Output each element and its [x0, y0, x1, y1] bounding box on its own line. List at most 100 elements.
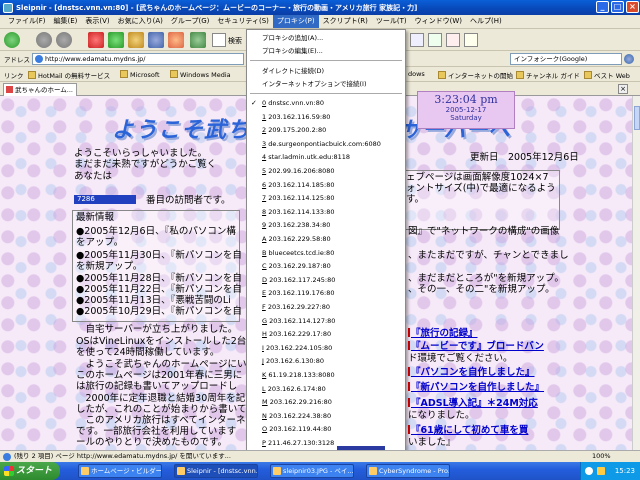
menu-group[interactable]: グループ(G) — [167, 15, 213, 28]
proxy-item[interactable]: 4 star.ladmin.utk.edu:8118 — [247, 151, 405, 163]
link-hotmail[interactable]: HotMail の無料サービス — [28, 70, 110, 80]
proxy-item[interactable]: J 203.162.6.130:80 — [247, 355, 405, 367]
proxy-item[interactable]: 6 203.162.114.185:80 — [247, 179, 405, 191]
proxy-item[interactable]: 3 de.surgeonpontiacbuick.com:6080 — [247, 138, 405, 150]
proxy-host: star.ladmin.utk.edu:8118 — [268, 153, 350, 162]
windows-logo-icon — [4, 466, 14, 476]
proxy-item[interactable]: E 203.162.119.176:80 — [247, 287, 405, 299]
link-bullet — [408, 398, 410, 407]
adsl-link[interactable]: 『ADSL導入記』＊24M対応 — [408, 398, 538, 409]
clock-day: Saturday — [450, 114, 482, 122]
proxy-item[interactable]: D 203.162.117.245:80 — [247, 274, 405, 286]
proxy-item[interactable]: N 203.162.224.38:80 — [247, 410, 405, 422]
resolution-note-1: ェブページは画面解像度1024×7 — [406, 172, 549, 183]
edit-proxy-item[interactable]: プロキシの編集(E)... — [247, 45, 405, 57]
proxy-host: 203.162.119.44:80 — [269, 425, 332, 434]
link-microsoft[interactable]: Microsoft — [120, 70, 160, 79]
proxy-item[interactable]: 7 203.162.114.125:80 — [247, 192, 405, 204]
proxy-host: 203.162.114.127:80 — [269, 316, 336, 325]
proxy-item[interactable]: 5 202.99.16.206:8080 — [247, 165, 405, 177]
menu-proxy[interactable]: プロキシ(P) — [272, 15, 319, 28]
zoom-level[interactable]: 100% — [592, 451, 611, 462]
internet-options-connect-item[interactable]: インターネットオプションで接続(I) — [247, 78, 405, 90]
add-proxy-item[interactable]: プロキシの追加(A)... — [247, 32, 405, 44]
favorites-icon[interactable] — [148, 32, 164, 48]
proxy-item[interactable]: O 203.162.119.44:80 — [247, 423, 405, 435]
vertical-scrollbar[interactable] — [632, 96, 640, 450]
proxy-item[interactable]: 2 209.175.200.2:80 — [247, 124, 405, 136]
task-sleipnir[interactable]: Sleipnir - [dnstsc.vnn... — [174, 464, 258, 478]
minimize-button[interactable]: _ — [596, 1, 609, 13]
forward-icon[interactable] — [56, 32, 72, 48]
proxy-item[interactable]: B blueceetcs.tcd.ie:80 — [247, 247, 405, 259]
proxy-item[interactable]: H 203.162.229.17:80 — [247, 328, 405, 340]
movie-link[interactable]: 『ムービーです』ブロードバン — [408, 341, 544, 352]
proxy-item[interactable]: A 203.162.229.58:80 — [247, 233, 405, 245]
car-link-cont: いました』 — [408, 437, 456, 448]
tray-icon[interactable] — [597, 467, 605, 475]
pc-build-link[interactable]: 『パソコンを自作しました』 — [408, 367, 535, 378]
proxy-item[interactable]: M 203.162.29.216:80 — [247, 396, 405, 408]
proxy-item[interactable]: 8 203.162.114.133:80 — [247, 206, 405, 218]
maximize-button[interactable]: □ — [611, 1, 624, 13]
menu-view[interactable]: 表示(V) — [81, 15, 113, 28]
tool-icon-3[interactable] — [446, 33, 460, 47]
menu-favorites[interactable]: お気に入り(A) — [114, 15, 167, 28]
proxy-item[interactable]: C 203.162.29.187:80 — [247, 260, 405, 272]
task-homepage-builder[interactable]: ホームページ・ビルダー - — [78, 464, 162, 478]
home-icon[interactable] — [128, 32, 144, 48]
travel-record-link[interactable]: 『旅行の記録』 — [408, 328, 478, 339]
menu-tools[interactable]: ツール(T) — [372, 15, 411, 28]
link-best-web[interactable]: ベスト Web — [584, 70, 630, 80]
back-dropdown-icon[interactable] — [36, 32, 52, 48]
history-icon[interactable] — [168, 32, 184, 48]
menu-file[interactable]: ファイル(F) — [4, 15, 50, 28]
menu-help[interactable]: ヘルプ(H) — [466, 15, 506, 28]
search-engine-select[interactable]: インフォシーク(Google) — [510, 53, 622, 65]
stop-icon[interactable] — [88, 32, 104, 48]
group-icon[interactable] — [190, 32, 206, 48]
app-icon — [177, 467, 185, 475]
scrollbar-thumb[interactable] — [634, 106, 640, 130]
menu-window[interactable]: ウィンドウ(W) — [411, 15, 466, 28]
back-icon[interactable] — [4, 32, 20, 48]
panel-icon[interactable] — [212, 33, 226, 47]
url-input[interactable]: http://www.edamatu.mydns.jp/ — [32, 53, 244, 65]
tab-homepage[interactable]: 武ちゃんのホーム... — [3, 83, 77, 96]
task-cybersyndrome[interactable]: CyberSyndrome - Pro... — [366, 464, 450, 478]
new-pc-build-link[interactable]: 『新パソコンを自作しました』 — [408, 382, 544, 393]
proxy-item[interactable]: L 203.162.6.174:80 — [247, 383, 405, 395]
proxy-host: 202.99.16.206:8080 — [268, 167, 335, 175]
proxy-item[interactable]: ✓ 0 dnstsc.vnn.vn:80 — [247, 97, 405, 109]
link-internet-start[interactable]: インターネットの開始 — [438, 70, 513, 80]
search-go-icon[interactable] — [624, 54, 634, 64]
start-button[interactable]: スタート — [0, 462, 60, 480]
proxy-item[interactable]: G 203.162.114.127:80 — [247, 315, 405, 327]
direct-connect-item[interactable]: ダイレクトに接続(D) — [247, 65, 405, 77]
tool-icon-2[interactable] — [428, 33, 442, 47]
app-icon — [273, 467, 281, 475]
tool-icon-4[interactable] — [464, 33, 478, 47]
refresh-icon[interactable] — [108, 32, 124, 48]
proxy-item[interactable]: 1 203.162.116.59:80 — [247, 111, 405, 123]
task-paint[interactable]: sleipnir03.JPG - ペイ... — [270, 464, 354, 478]
proxy-item[interactable]: K 61.19.218.133:8080 — [247, 369, 405, 381]
close-button[interactable]: × — [626, 1, 639, 13]
proxy-host: 203.162.116.59:80 — [268, 112, 331, 121]
tab-close-icon[interactable]: × — [618, 84, 628, 94]
link-windows[interactable]: dows — [408, 70, 425, 78]
menu-edit[interactable]: 編集(E) — [50, 15, 82, 28]
tray-icon[interactable] — [585, 467, 593, 475]
tool-icon-1[interactable] — [410, 33, 424, 47]
menu-security[interactable]: セキュリティ(S) — [213, 15, 273, 28]
proxy-item[interactable]: I 203.162.224.105:80 — [247, 342, 405, 354]
link-windows-media[interactable]: Windows Media — [170, 70, 231, 79]
link-channel-guide[interactable]: チャンネル ガイド — [516, 70, 580, 80]
proxy-item[interactable]: 9 203.162.238.34:80 — [247, 219, 405, 231]
proxy-item[interactable]: F 203.162.29.227:80 — [247, 301, 405, 313]
search-label[interactable]: 検索 — [228, 36, 242, 46]
menu-script[interactable]: スクリプト(R) — [319, 15, 372, 28]
proxy-host: 211.46.27.130:3128 — [268, 439, 335, 447]
car-link[interactable]: 『61歳にして初めて車を買 — [408, 425, 528, 436]
loading-icon — [3, 453, 11, 461]
